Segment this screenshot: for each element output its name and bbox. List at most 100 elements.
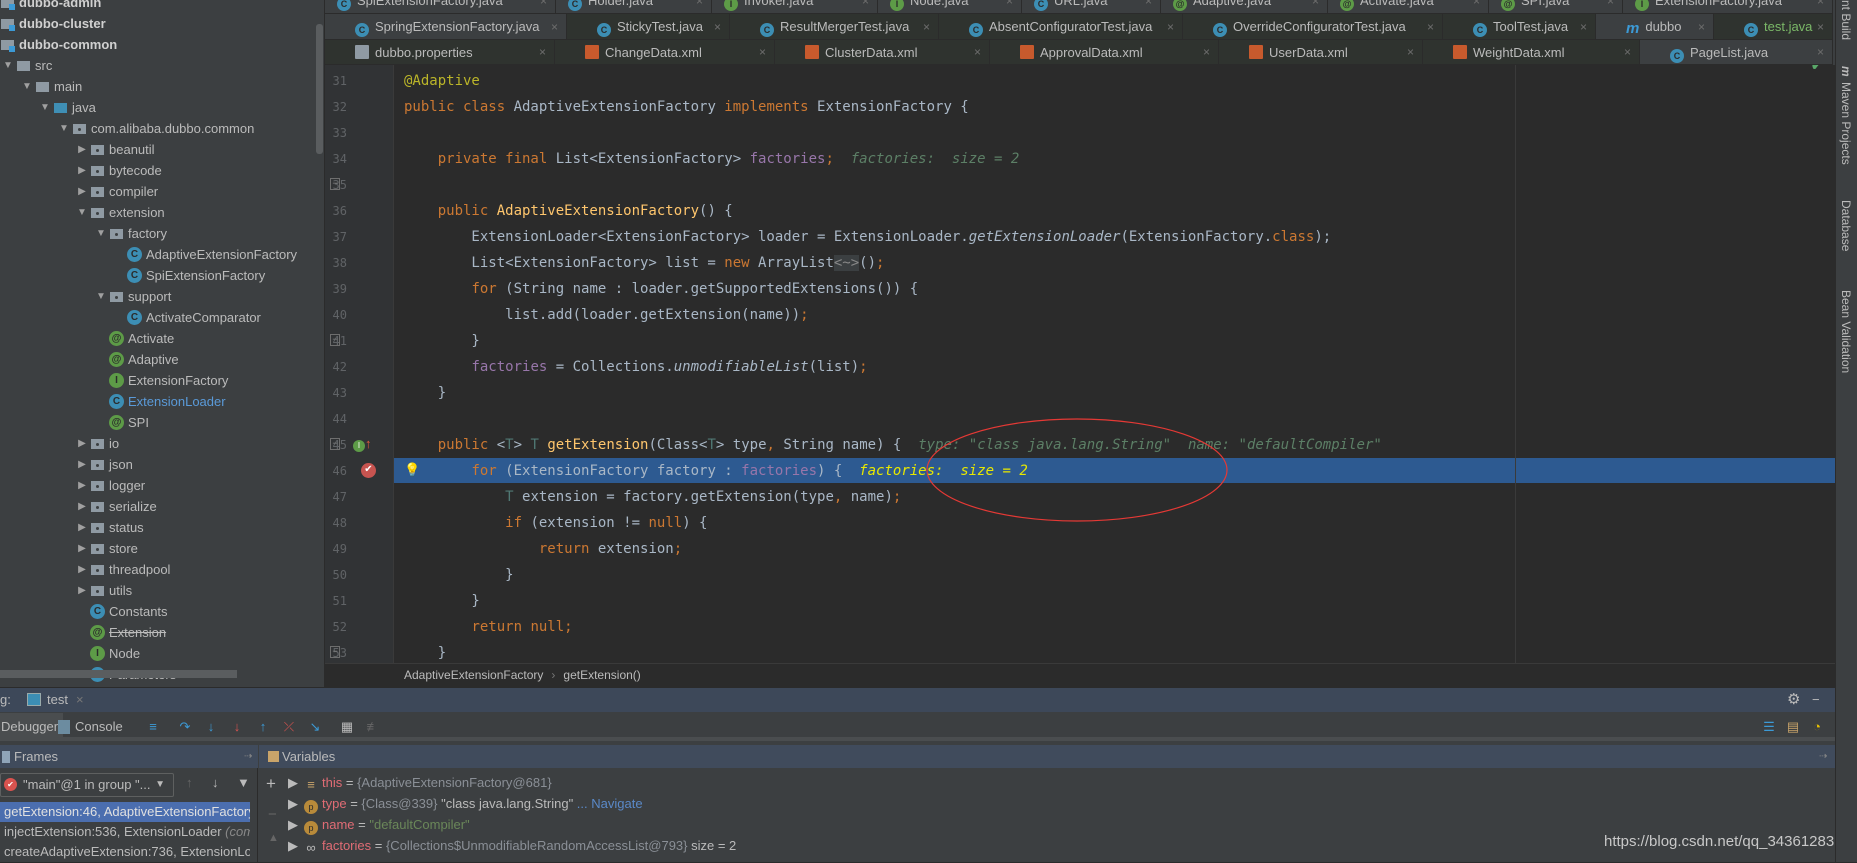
- editor-tab[interactable]: I Invoker.java ×: [712, 0, 878, 14]
- evaluate-expression-icon[interactable]: ▦: [340, 720, 354, 734]
- tree-item[interactable]: C AdaptiveExtensionFactory: [111, 244, 297, 265]
- trace-icon[interactable]: ≢: [366, 720, 380, 734]
- tree-item[interactable]: C ActivateComparator: [111, 307, 261, 328]
- close-tab-icon[interactable]: ×: [1580, 14, 1587, 40]
- expand-arrow-open-icon[interactable]: ▼: [93, 226, 109, 242]
- expand-arrow-closed-icon[interactable]: ▶: [74, 436, 90, 452]
- expand-arrow-closed-icon[interactable]: ▶: [288, 775, 298, 790]
- code-line[interactable]: @Adaptive: [404, 68, 480, 94]
- expand-arrow-closed-icon[interactable]: ▶: [74, 541, 90, 557]
- close-tab-icon[interactable]: ×: [1624, 40, 1631, 65]
- fold-marker-icon[interactable]: −: [330, 178, 340, 190]
- code-line[interactable]: factories = Collections.unmodifiableList…: [404, 354, 867, 380]
- session-tab-test[interactable]: test: [47, 688, 68, 712]
- code-line[interactable]: list.add(loader.getExtension(name));: [404, 302, 808, 328]
- close-tab-icon[interactable]: ×: [974, 40, 981, 65]
- lightbulb-icon[interactable]: 💡: [404, 462, 420, 478]
- filter-icon[interactable]: ▼: [237, 775, 250, 790]
- step-out-icon[interactable]: ↑: [256, 720, 270, 734]
- code-editor[interactable]: 31 32 33 34 35 36 37 38 39 40 41 42 43 44 45 46 47 48 49 50…: [325, 65, 1835, 663]
- tree-item[interactable]: ▼ com.alibaba.dubbo.common: [56, 118, 254, 139]
- tree-item[interactable]: ▶ utils: [74, 580, 132, 601]
- overhead-icon[interactable]: ◔: [1810, 720, 1824, 734]
- tree-item[interactable]: dubbo-cluster: [0, 13, 106, 34]
- tree-item[interactable]: ▼ support: [93, 286, 171, 307]
- step-into-icon[interactable]: ↓: [204, 720, 218, 734]
- close-tab-icon[interactable]: ×: [1473, 0, 1480, 14]
- variable-row[interactable]: ▶ p type = {Class@339} "class java.lang.St…: [288, 793, 643, 814]
- code-line[interactable]: }: [404, 640, 446, 663]
- thread-selector[interactable]: ✔ "main"@1 in group "... ▼: [0, 773, 174, 797]
- expand-arrow-closed-icon[interactable]: ▶: [74, 499, 90, 515]
- editor-tab[interactable]: @ SPI.java ×: [1489, 0, 1623, 14]
- expand-arrow-open-icon[interactable]: ▼: [37, 100, 53, 116]
- code-line[interactable]: }: [404, 328, 479, 354]
- editor-tab[interactable]: C SpiExtensionFactory.java ×: [325, 0, 556, 14]
- minimize-icon[interactable]: −: [1812, 688, 1820, 712]
- project-tree-hscrollbar[interactable]: [0, 670, 237, 678]
- stack-frame[interactable]: injectExtension:536, ExtensionLoader (co…: [0, 822, 250, 842]
- code-line[interactable]: }: [404, 562, 513, 588]
- gear-icon[interactable]: ⚙: [1787, 688, 1800, 712]
- tree-item[interactable]: ▼ src: [0, 55, 52, 76]
- editor-tab[interactable]: ChangeData.xml ×: [555, 40, 775, 65]
- code-line[interactable]: public <T> T getExtension(Class<T> type,…: [404, 432, 1382, 458]
- tree-item[interactable]: ▼ main: [19, 76, 82, 97]
- editor-tab[interactable]: UserData.xml ×: [1219, 40, 1423, 65]
- pin-icon[interactable]: ⇢: [244, 745, 252, 768]
- tree-item[interactable]: I ExtensionFactory: [93, 370, 228, 391]
- close-tab-icon[interactable]: ×: [1698, 14, 1705, 40]
- close-tab-icon[interactable]: ×: [714, 14, 721, 40]
- editor-tab[interactable]: C SpringExtensionFactory.java ×: [325, 14, 567, 40]
- tab-console[interactable]: Console: [75, 713, 123, 741]
- code-line[interactable]: return extension;: [404, 536, 682, 562]
- tree-item[interactable]: ▶ threadpool: [74, 559, 170, 580]
- drop-frame-icon[interactable]: ⤫: [282, 720, 296, 734]
- stack-frame[interactable]: createAdaptiveExtension:736, ExtensionLo…: [0, 842, 250, 862]
- close-tab-icon[interactable]: ×: [1407, 40, 1414, 65]
- expand-arrow-closed-icon[interactable]: ▶: [288, 796, 298, 811]
- close-tab-icon[interactable]: ×: [923, 14, 930, 40]
- pin-icon[interactable]: ⇢: [1819, 745, 1827, 768]
- code-line[interactable]: for (String name : loader.getSupportedEx…: [404, 276, 918, 302]
- close-tab-icon[interactable]: ×: [862, 0, 869, 14]
- expand-arrow-open-icon[interactable]: ▼: [56, 121, 72, 137]
- tree-item[interactable]: ▶ store: [74, 538, 138, 559]
- database-tool[interactable]: Database: [1839, 200, 1853, 251]
- expand-arrow-closed-icon[interactable]: ▶: [288, 838, 298, 853]
- breadcrumb-class[interactable]: AdaptiveExtensionFactory: [404, 668, 543, 682]
- code-line[interactable]: for (ExtensionFactory factory : factorie…: [404, 458, 1027, 484]
- breadcrumb-method[interactable]: getExtension(): [563, 668, 640, 682]
- editor-tab[interactable]: ClusterData.xml ×: [775, 40, 990, 65]
- code-line[interactable]: List<ExtensionFactory> list = new ArrayL…: [404, 250, 884, 276]
- editor-tab[interactable]: C ResultMergerTest.java ×: [730, 14, 939, 40]
- tree-item[interactable]: C ExtensionLoader: [93, 391, 226, 412]
- code-line[interactable]: if (extension != null) {: [404, 510, 707, 536]
- expand-arrow-closed-icon[interactable]: ▶: [74, 457, 90, 473]
- expand-arrow-open-icon[interactable]: ▼: [19, 79, 35, 95]
- tree-item[interactable]: ▶ json: [74, 454, 133, 475]
- editor-tab[interactable]: m dubbo ×: [1596, 14, 1714, 40]
- bean-validation-tool[interactable]: Bean Validation: [1839, 290, 1853, 373]
- show-execution-point-icon[interactable]: ≡: [146, 720, 160, 734]
- fold-marker-icon[interactable]: −: [330, 334, 340, 346]
- tree-item[interactable]: C Constants: [74, 601, 168, 622]
- editor-gutter[interactable]: 31 32 33 34 35 36 37 38 39 40 41 42 43 44 45 46 47 48 49 50…: [325, 65, 394, 663]
- run-to-cursor-icon[interactable]: ↘: [308, 720, 322, 734]
- code-line[interactable]: public AdaptiveExtensionFactory() {: [404, 198, 733, 224]
- close-tab-icon[interactable]: ×: [540, 0, 547, 14]
- close-tab-icon[interactable]: ×: [696, 0, 703, 14]
- code-line[interactable]: public class AdaptiveExtensionFactory im…: [404, 94, 969, 120]
- editor-tab[interactable]: WeightData.xml ×: [1423, 40, 1640, 65]
- expand-arrow-closed-icon[interactable]: ▶: [74, 583, 90, 599]
- close-tab-icon[interactable]: ×: [1145, 0, 1152, 14]
- code-line[interactable]: }: [404, 380, 446, 406]
- tree-item[interactable]: @ SPI: [93, 412, 149, 433]
- tree-item[interactable]: ▶ beanutil: [74, 139, 154, 160]
- tree-item[interactable]: ▶ status: [74, 517, 144, 538]
- variable-row[interactable]: ▶ p name = "defaultCompiler": [288, 814, 470, 835]
- memory-icon[interactable]: ▤: [1786, 720, 1800, 734]
- stack-frame[interactable]: getExtension:46, AdaptiveExtensionFactor…: [0, 802, 250, 822]
- close-tab-icon[interactable]: ×: [1607, 0, 1614, 14]
- tree-item[interactable]: ▶ serialize: [74, 496, 157, 517]
